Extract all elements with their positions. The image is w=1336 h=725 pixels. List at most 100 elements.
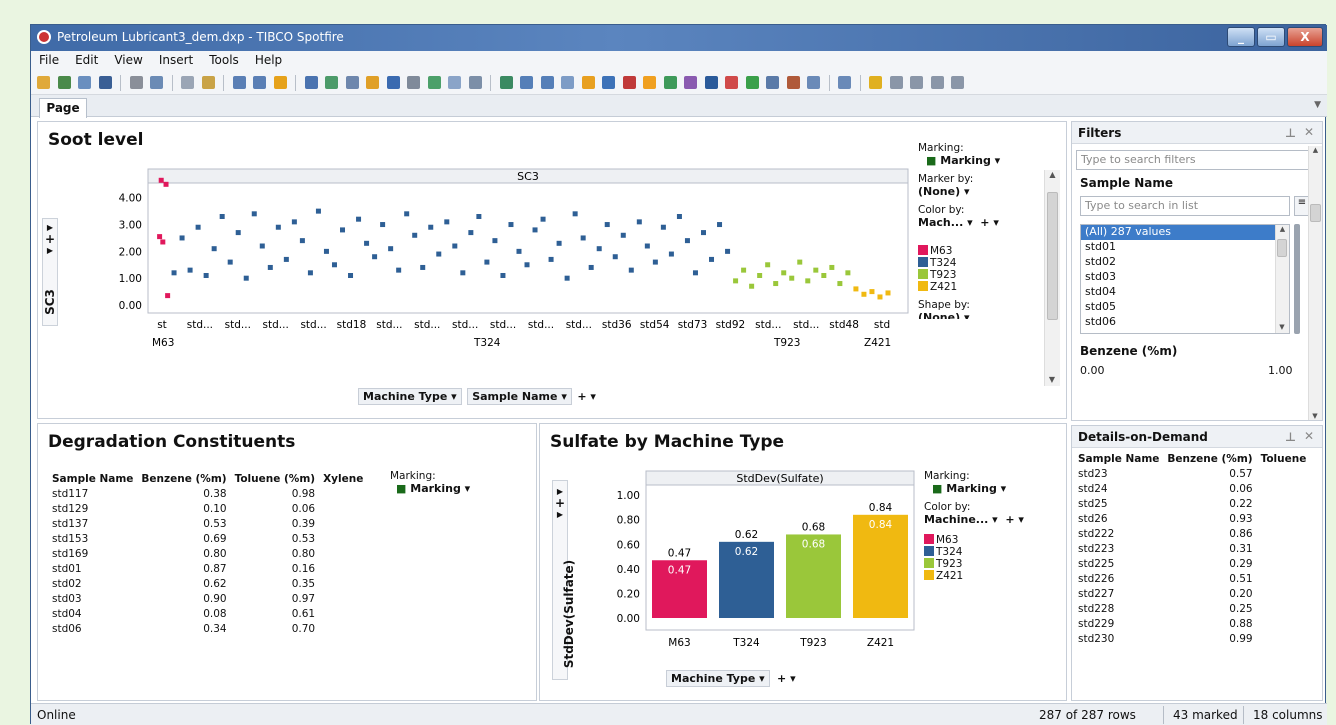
data-point-t324[interactable] xyxy=(564,275,570,281)
table-row[interactable]: std169 0.80 0.80 xyxy=(48,546,367,561)
color-by-dropdown[interactable]: Machine... ▾ + ▾ xyxy=(924,513,1054,526)
list-item[interactable]: std04 xyxy=(1081,285,1275,300)
data-point-m63[interactable] xyxy=(160,239,166,245)
table-row[interactable]: std04 0.08 0.61 xyxy=(48,606,367,621)
list-item[interactable]: (All) 287 values xyxy=(1081,225,1275,240)
data-point-t324[interactable] xyxy=(340,227,346,233)
data-point-t324[interactable] xyxy=(628,267,634,273)
data-point-t923[interactable] xyxy=(797,259,803,265)
table-icon[interactable] xyxy=(520,76,533,89)
sample-name-filter-label[interactable]: Sample Name xyxy=(1080,176,1173,190)
data-point-t324[interactable] xyxy=(380,222,386,228)
export-icon[interactable] xyxy=(150,76,163,89)
treemap-icon[interactable] xyxy=(725,76,738,89)
data-point-z421[interactable] xyxy=(853,286,859,292)
data-point-t324[interactable] xyxy=(235,230,241,236)
data-point-t324[interactable] xyxy=(508,222,514,228)
reset-icon[interactable] xyxy=(273,76,287,89)
table-row[interactable]: std129 0.10 0.06 xyxy=(48,501,367,516)
data-point-t324[interactable] xyxy=(492,238,498,244)
new-page-icon[interactable] xyxy=(499,76,513,89)
data-point-t324[interactable] xyxy=(484,259,490,265)
table-row[interactable]: std01 0.87 0.16 xyxy=(48,561,367,576)
pin-icon[interactable]: ⊥ xyxy=(1285,430,1296,444)
benzene-filter-label[interactable]: Benzene (%m) xyxy=(1080,344,1177,358)
legend-item-m63[interactable]: M63 xyxy=(918,245,1048,257)
maximize-button[interactable]: ▭ xyxy=(1257,27,1285,47)
table-row[interactable]: std26 0.93 xyxy=(1074,511,1310,526)
text-area-icon[interactable] xyxy=(838,76,851,89)
list-search-input[interactable]: Type to search in list xyxy=(1080,196,1290,216)
filter-search-input[interactable]: Type to search filters xyxy=(1076,150,1310,170)
data-point-z421[interactable] xyxy=(877,294,883,300)
data-point-t923[interactable] xyxy=(845,270,851,276)
marker-by-dropdown[interactable]: (None) ▾ xyxy=(918,185,1048,198)
data-point-t324[interactable] xyxy=(323,248,329,254)
axis-machine-type-button[interactable]: Machine Type ▾ xyxy=(358,388,462,405)
menu-edit[interactable]: Edit xyxy=(67,51,106,67)
3d-scatter-icon[interactable] xyxy=(684,76,697,89)
x-axis-selector[interactable]: Machine Type ▾ Sample Name ▾ + ▾ xyxy=(358,388,596,405)
soot-scatter-plot[interactable]: SC3 4.00 3.00 2.00 1.00 0.00 st std... std... s… xyxy=(74,168,934,408)
degradation-table[interactable]: Sample Name Benzene (%m) Toluene (%m) Xy… xyxy=(48,472,367,636)
plus-icon[interactable]: + xyxy=(43,232,57,246)
legend-item-t324[interactable]: T324 xyxy=(918,257,1048,269)
marking-dropdown[interactable]: ■ Marking ▾ xyxy=(932,482,1054,495)
data-point-t324[interactable] xyxy=(668,251,674,257)
list-item[interactable]: std01 xyxy=(1081,240,1275,255)
data-point-t324[interactable] xyxy=(460,270,466,276)
data-point-t324[interactable] xyxy=(580,235,586,241)
data-point-t324[interactable] xyxy=(243,275,249,281)
column-header[interactable]: Toluene xyxy=(1257,452,1311,466)
data-point-t923[interactable] xyxy=(805,278,811,284)
table-row[interactable]: std223 0.31 xyxy=(1074,541,1310,556)
data-point-z421[interactable] xyxy=(869,289,875,295)
table-row[interactable]: std225 0.29 xyxy=(1074,556,1310,571)
data-point-t324[interactable] xyxy=(291,219,297,225)
data-point-t324[interactable] xyxy=(676,214,682,219)
pin-icon[interactable]: ⊥ xyxy=(1285,126,1296,140)
marking-dropdown[interactable]: ■ Marking ▾ xyxy=(396,482,470,495)
menu-file[interactable]: File xyxy=(31,51,67,67)
data-point-t324[interactable] xyxy=(500,273,506,278)
data-point-t324[interactable] xyxy=(596,246,602,252)
data-point-t324[interactable] xyxy=(404,211,410,217)
menu-insert[interactable]: Insert xyxy=(151,51,201,67)
data-point-z421[interactable] xyxy=(861,291,867,297)
line-chart-icon[interactable] xyxy=(602,76,615,89)
data-point-t324[interactable] xyxy=(299,238,305,244)
column-header[interactable]: Benzene (%m) xyxy=(1163,452,1256,466)
data-point-t324[interactable] xyxy=(356,216,362,222)
scatter-plot-icon[interactable] xyxy=(663,76,677,89)
chevron-down-icon[interactable]: ▼ xyxy=(1314,100,1321,110)
marking-dropdown[interactable]: ■ Marking ▾ xyxy=(926,154,1048,167)
sulfate-bar-chart[interactable]: StdDev(Sulfate) 1.00 0.80 0.60 0.40 0.20 0.00… xyxy=(580,470,940,660)
data-point-t923[interactable] xyxy=(781,270,787,276)
heat-map-icon[interactable] xyxy=(745,76,759,89)
chevron-right-icon[interactable]: ▶ xyxy=(553,487,567,496)
bar-chart-icon[interactable] xyxy=(581,76,595,89)
data-point-t324[interactable] xyxy=(548,256,554,262)
menu-view[interactable]: View xyxy=(106,51,150,67)
data-point-t324[interactable] xyxy=(652,259,658,265)
legend-item-z421[interactable]: Z421 xyxy=(918,281,1048,293)
data-point-t324[interactable] xyxy=(428,224,434,230)
data-point-t324[interactable] xyxy=(436,251,442,257)
data-point-t923[interactable] xyxy=(789,275,795,281)
layout-rows-icon[interactable] xyxy=(930,76,944,89)
chevron-right-icon[interactable]: ▶ xyxy=(43,246,57,255)
data-point-t324[interactable] xyxy=(700,230,706,236)
data-point-t324[interactable] xyxy=(364,240,370,246)
data-point-m63[interactable] xyxy=(158,177,164,183)
data-point-t324[interactable] xyxy=(468,230,474,236)
data-point-t923[interactable] xyxy=(749,283,755,289)
column-header[interactable]: Benzene (%m) xyxy=(137,472,230,486)
copy-icon[interactable] xyxy=(181,76,194,89)
data-point-t324[interactable] xyxy=(588,264,594,270)
print-icon[interactable] xyxy=(129,76,143,89)
column-header[interactable]: Toluene (%m) xyxy=(231,472,320,486)
data-point-t923[interactable] xyxy=(821,273,827,278)
refresh-icon[interactable] xyxy=(78,76,91,89)
plus-icon[interactable]: + xyxy=(553,496,567,510)
data-point-t324[interactable] xyxy=(315,208,321,214)
